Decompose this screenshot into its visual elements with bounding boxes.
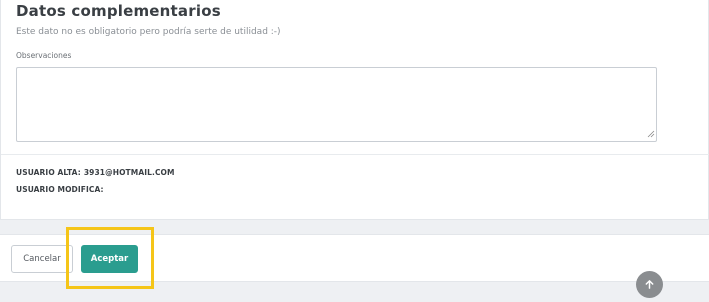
accept-button[interactable]: Aceptar bbox=[81, 245, 138, 273]
usuario-alta: USUARIO ALTA: 3931@HOTMAIL.COM bbox=[16, 168, 178, 177]
form-footer: Cancelar Aceptar bbox=[0, 234, 709, 282]
divider bbox=[1, 154, 709, 155]
datos-complementarios-card: Datos complementarios Este dato no es ob… bbox=[0, 0, 709, 220]
usuario-alta-value: 3931@HOTMAIL.COM bbox=[83, 168, 175, 177]
scroll-top-button[interactable] bbox=[636, 271, 663, 298]
observaciones-textarea[interactable] bbox=[16, 67, 657, 142]
observaciones-label: Observaciones bbox=[16, 51, 72, 60]
helper-text: Este dato no es obligatorio pero podría … bbox=[16, 27, 281, 37]
section-title: Datos complementarios bbox=[16, 2, 221, 20]
usuario-modifica-label: USUARIO MODIFICA: bbox=[16, 185, 104, 194]
arrow-up-icon bbox=[645, 280, 654, 289]
usuario-modifica: USUARIO MODIFICA: bbox=[16, 185, 110, 194]
usuario-alta-label: USUARIO ALTA: bbox=[16, 168, 81, 177]
cancel-button[interactable]: Cancelar bbox=[11, 245, 73, 273]
